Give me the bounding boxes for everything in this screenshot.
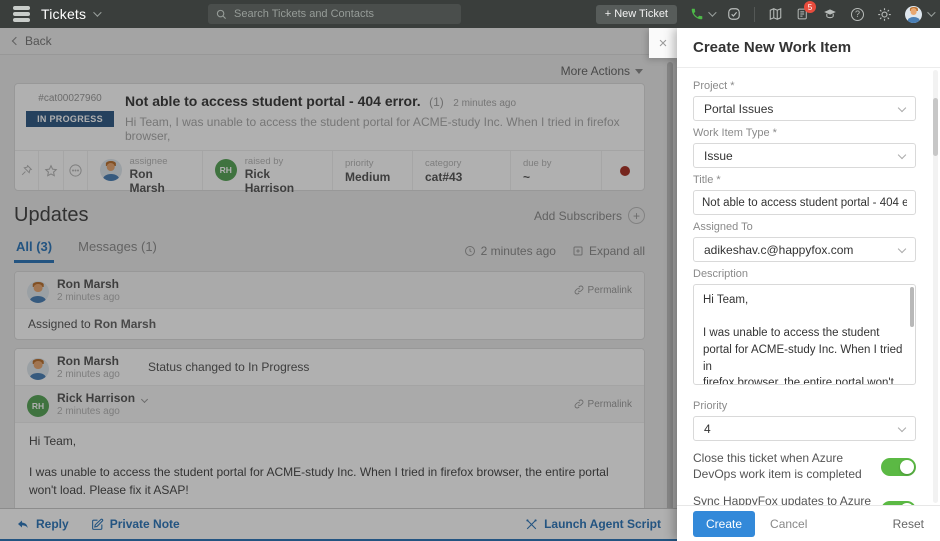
close-ticket-toggle-label: Close this ticket when Azure DevOps work… [693, 451, 862, 481]
new-ticket-button[interactable]: + New Ticket [595, 4, 677, 24]
project-select[interactable]: Portal Issues [693, 96, 916, 121]
panel-close-button[interactable]: × [649, 28, 677, 58]
module-chevron-down-icon[interactable] [93, 8, 102, 17]
chevron-down-icon [897, 150, 907, 160]
cancel-button[interactable]: Cancel [770, 517, 807, 531]
chevron-down-icon [897, 423, 907, 433]
assigned-to-label: Assigned To [693, 221, 753, 233]
description-textarea[interactable]: Hi Team, I was unable to access the stud… [693, 284, 916, 385]
profile-chevron-down-icon [927, 8, 936, 17]
work-item-type-label: Work Item Type * [693, 127, 777, 139]
news-button[interactable]: 5 [796, 1, 816, 21]
title-input[interactable] [693, 190, 916, 215]
academy-button[interactable] [822, 7, 838, 21]
assigned-to-select[interactable]: adikeshav.c@happyfox.com [693, 237, 916, 262]
settings-button[interactable] [877, 7, 892, 22]
tasks-button[interactable] [727, 7, 741, 21]
modal-overlay [0, 28, 677, 541]
search-input[interactable]: Search Tickets and Contacts [208, 4, 461, 24]
topbar: Tickets Search Tickets and Contacts + Ne… [0, 0, 940, 28]
reset-button[interactable]: Reset [893, 517, 924, 531]
work-item-type-select[interactable]: Issue [693, 143, 916, 168]
happyfox-logo-icon[interactable] [13, 6, 30, 22]
priority-select[interactable]: 4 [693, 416, 916, 441]
graduation-cap-icon [824, 9, 836, 19]
title-label: Title * [693, 174, 721, 186]
close-icon: × [658, 34, 668, 52]
gear-icon [878, 7, 891, 21]
search-placeholder: Search Tickets and Contacts [234, 8, 375, 20]
news-badge: 5 [804, 1, 816, 13]
profile-menu[interactable] [905, 5, 936, 23]
phone-button[interactable] [690, 7, 717, 21]
chevron-down-icon [897, 103, 907, 113]
module-title[interactable]: Tickets [41, 6, 86, 22]
textarea-scrollbar[interactable] [910, 287, 914, 327]
panel-title: Create New Work Item [677, 28, 940, 68]
topbar-divider [754, 6, 755, 22]
create-work-item-panel: Create New Work Item Project * Portal Is… [677, 28, 940, 541]
check-square-icon [728, 8, 740, 20]
search-icon [216, 9, 227, 19]
question-mark-icon: ? [854, 9, 860, 19]
sync-updates-toggle-label: Sync HappyFox updates to Azure DevOps [693, 494, 872, 505]
panel-scrollbar-thumb[interactable] [933, 98, 938, 156]
kb-button[interactable] [768, 7, 783, 21]
create-button[interactable]: Create [693, 510, 756, 537]
priority-field-label: Priority [693, 400, 728, 412]
phone-chevron-down-icon [708, 8, 717, 17]
map-icon [769, 7, 782, 21]
panel-scrollbar[interactable] [933, 70, 938, 503]
help-button[interactable]: ? [851, 7, 864, 21]
user-avatar [905, 5, 922, 23]
close-ticket-toggle[interactable] [881, 457, 916, 476]
description-label: Description [693, 268, 749, 280]
chevron-down-icon [897, 244, 907, 254]
phone-icon [691, 8, 703, 20]
project-label: Project * [693, 80, 735, 92]
